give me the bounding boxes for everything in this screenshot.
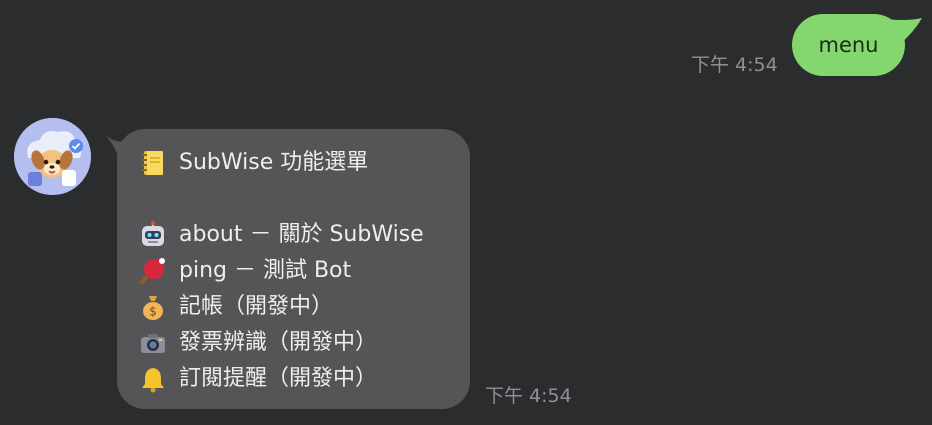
outgoing-message-bubble[interactable]: menu [792,14,905,76]
money-bag-icon: $ [143,296,163,320]
menu-line-invoice: 發票辨識（開發中） [139,325,470,361]
outgoing-message-text: menu [818,33,879,57]
menu-line-accounting-text: 記帳（開發中） [179,294,334,319]
robot-icon [142,221,164,246]
outgoing-timestamp: 下午 4:54 [691,54,778,76]
menu-line-invoice-text: 發票辨識（開發中） [179,330,378,355]
camera-icon [141,334,165,353]
notebook-icon [142,151,163,175]
menu-title-line: SubWise 功能選單 [139,145,470,181]
menu-line-accounting: $ 記帳（開發中） [139,289,470,325]
puppy-cloud-avatar-icon [14,118,91,195]
menu-line-ping-text: ping － 測試 Bot [179,258,352,283]
menu-line-ping: ping － 測試 Bot [139,253,470,289]
bot-avatar[interactable] [14,118,91,195]
ping-pong-icon [139,258,165,285]
incoming-timestamp: 下午 4:54 [485,385,572,407]
svg-text:$: $ [149,305,157,319]
menu-title-text: SubWise 功能選單 [179,150,369,175]
chat-area: 下午 4:54 menu SubWise 功能選單 about － 關於 Sub… [0,0,932,425]
menu-line-about: about － 關於 SubWise [139,217,470,253]
menu-line-about-text: about － 關於 SubWise [179,222,424,247]
menu-line-subscription-text: 訂閱提醒（開發中） [179,366,378,391]
incoming-message-bubble[interactable]: SubWise 功能選單 about － 關於 SubWise ping － 測… [117,129,470,409]
bell-icon [142,368,164,393]
menu-line-subscription: 訂閱提醒（開發中） [139,361,470,397]
